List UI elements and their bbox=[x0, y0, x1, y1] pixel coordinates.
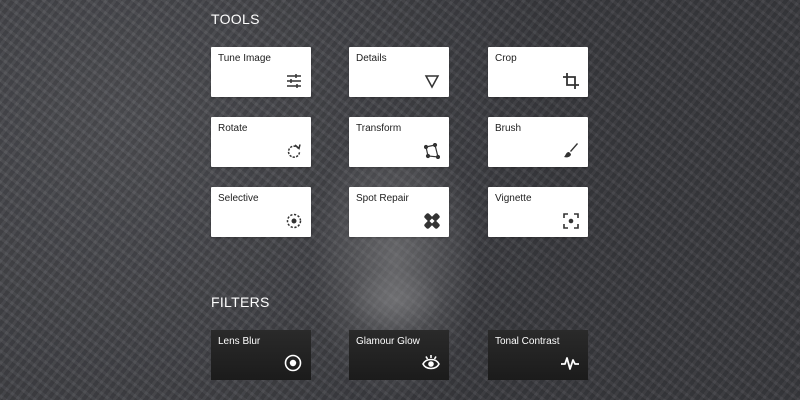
tool-label: Details bbox=[356, 53, 387, 64]
tool-label: Vignette bbox=[495, 193, 532, 204]
selective-icon bbox=[286, 213, 302, 229]
perspective-icon bbox=[424, 143, 440, 159]
filters-section-title: FILTERS bbox=[211, 294, 270, 310]
bandage-icon bbox=[424, 213, 440, 229]
tool-label: Brush bbox=[495, 123, 522, 134]
tool-crop[interactable]: Crop bbox=[488, 47, 588, 97]
tool-label: Rotate bbox=[218, 123, 248, 134]
lens-blur-icon bbox=[284, 354, 302, 372]
filter-glamour-glow[interactable]: Glamour Glow bbox=[349, 330, 449, 380]
sliders-icon bbox=[286, 73, 302, 89]
filter-label: Lens Blur bbox=[218, 336, 261, 347]
tool-transform[interactable]: Transform bbox=[349, 117, 449, 167]
tool-label: Crop bbox=[495, 53, 517, 64]
tools-section-title: TOOLS bbox=[211, 11, 260, 27]
tool-tune-image[interactable]: Tune Image bbox=[211, 47, 311, 97]
tool-vignette[interactable]: Vignette bbox=[488, 187, 588, 237]
tool-label: Selective bbox=[218, 193, 259, 204]
rotate-icon bbox=[286, 143, 302, 159]
tool-label: Spot Repair bbox=[356, 193, 409, 204]
brush-icon bbox=[563, 143, 579, 159]
filter-label: Glamour Glow bbox=[356, 336, 420, 347]
triangle-down-icon bbox=[424, 73, 440, 89]
tool-label: Transform bbox=[356, 123, 402, 134]
tool-details[interactable]: Details bbox=[349, 47, 449, 97]
tool-rotate[interactable]: Rotate bbox=[211, 117, 311, 167]
tool-label: Tune Image bbox=[218, 53, 271, 64]
filter-lens-blur[interactable]: Lens Blur bbox=[211, 330, 311, 380]
vignette-icon bbox=[563, 213, 579, 229]
filter-label: Tonal Contrast bbox=[495, 336, 560, 347]
tool-selective[interactable]: Selective bbox=[211, 187, 311, 237]
tool-brush[interactable]: Brush bbox=[488, 117, 588, 167]
eye-icon bbox=[422, 354, 440, 372]
filter-tonal-contrast[interactable]: Tonal Contrast bbox=[488, 330, 588, 380]
crop-icon bbox=[563, 73, 579, 89]
tool-spot-repair[interactable]: Spot Repair bbox=[349, 187, 449, 237]
pulse-icon bbox=[561, 354, 579, 372]
